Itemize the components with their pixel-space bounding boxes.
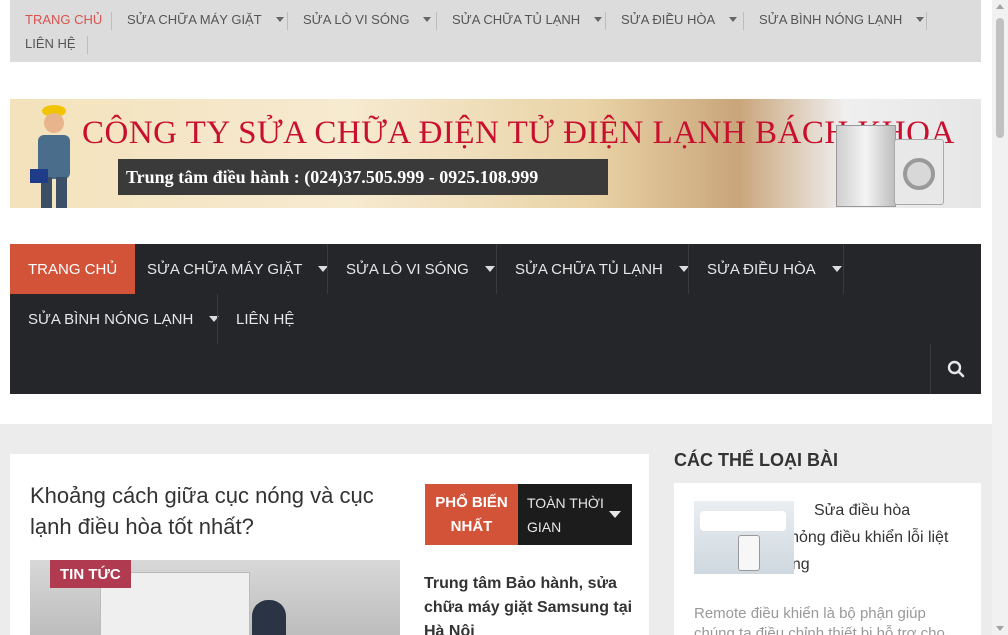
top-nav-item-label: SỬA CHỮA TỦ LẠNH <box>452 12 581 27</box>
main-nav-item-label: SỬA BÌNH NÓNG LẠNH <box>28 310 194 328</box>
main-nav-item-washing-machine[interactable]: SỬA CHỮA MÁY GIẶT <box>129 244 346 294</box>
top-nav-item-label: SỬA ĐIỀU HÒA <box>621 12 716 27</box>
sidebar-post: Sửa điều hòa Panasonic bị hỏng điều khiể… <box>674 483 981 635</box>
main-nav-item-microwave[interactable]: SỬA LÒ VI SÓNG <box>328 244 513 294</box>
divider <box>111 12 112 30</box>
banner-title: CÔNG TY SỬA CHỮA ĐIỆN TỬ ĐIỆN LẠNH BÁCH … <box>82 115 955 151</box>
sidebar-heading: CÁC THỂ LOẠI BÀI <box>674 450 838 470</box>
divider <box>743 12 744 30</box>
top-nav-item-air-conditioner[interactable]: SỬA ĐIỀU HÒA <box>621 12 738 27</box>
popular-post-title[interactable]: Trung tâm Bảo hành, sửa chữa máy giặt Sa… <box>424 572 634 635</box>
main-nav-item-label: SỬA CHỮA TỦ LẠNH <box>515 260 663 278</box>
divider <box>436 12 437 30</box>
top-nav-item-home[interactable]: TRANG CHỦ <box>25 12 102 27</box>
main-nav-item-label: SỬA LÒ VI SÓNG <box>346 260 469 278</box>
chevron-down-icon <box>423 17 432 22</box>
top-nav-item-fridge[interactable]: SỬA CHỮA TỦ LẠNH <box>452 12 603 27</box>
top-nav-item-label: SỬA BÌNH NÓNG LẠNH <box>759 12 903 27</box>
top-nav: TRANG CHỦ SỬA CHỮA MÁY GIẶT SỬA LÒ VI SÓ… <box>10 0 981 62</box>
washing-machine-image <box>894 139 944 205</box>
main-nav: TRANG CHỦ SỬA CHỮA MÁY GIẶT SỬA LÒ VI SÓ… <box>10 244 981 394</box>
scroll-down-icon[interactable] <box>996 626 1004 631</box>
technician-figure-icon <box>30 105 70 208</box>
chevron-down-icon <box>609 511 621 518</box>
main-nav-item-air-conditioner[interactable]: SỬA ĐIỀU HÒA <box>689 244 860 294</box>
top-nav-item-microwave[interactable]: SỬA LÒ VI SÓNG <box>303 12 432 27</box>
top-nav-item-washing-machine[interactable]: SỬA CHỮA MÁY GIẶT <box>127 12 284 27</box>
search-button[interactable] <box>930 344 981 394</box>
sidebar-post-excerpt: Remote điều khiển là bộ phận giúp chúng … <box>694 605 945 635</box>
chevron-down-icon <box>729 17 738 22</box>
divider <box>287 12 288 30</box>
main-nav-item-label: SỬA ĐIỀU HÒA <box>707 260 816 278</box>
featured-article: Khoảng cách giữa cục nóng và cục lạnh đi… <box>10 454 649 635</box>
top-nav-item-label: LIÊN HỆ <box>25 36 76 51</box>
article-headline[interactable]: Khoảng cách giữa cục nóng và cục lạnh đi… <box>30 480 400 542</box>
tab-popular[interactable]: PHỔ BIẾN NHẤT <box>425 484 518 545</box>
chevron-down-icon <box>831 266 842 272</box>
fridge-image <box>836 125 896 207</box>
page-scrollbar[interactable] <box>992 0 1008 635</box>
divider <box>843 244 844 294</box>
chevron-down-icon <box>484 266 495 272</box>
top-nav-item-label: SỬA LÒ VI SÓNG <box>303 12 410 27</box>
main-nav-item-fridge[interactable]: SỬA CHỮA TỦ LẠNH <box>497 244 707 294</box>
divider <box>605 12 606 30</box>
top-nav-item-label: SỬA CHỮA MÁY GIẶT <box>127 12 262 27</box>
chevron-down-icon <box>275 17 284 22</box>
main-nav-item-label: TRANG CHỦ <box>28 260 118 278</box>
time-range-label: TOÀN THỜI GIAN <box>527 495 604 535</box>
divider <box>87 36 88 54</box>
banner-hotline: Trung tâm điều hành : (024)37.505.999 - … <box>126 167 539 187</box>
search-icon <box>947 360 965 378</box>
chevron-down-icon <box>916 17 925 22</box>
main-nav-item-contact[interactable]: LIÊN HỆ <box>218 294 312 344</box>
header-banner[interactable]: CÔNG TY SỬA CHỮA ĐIỆN TỬ ĐIỆN LẠNH BÁCH … <box>10 99 981 208</box>
time-range-dropdown[interactable]: TOÀN THỜI GIAN <box>518 484 632 545</box>
category-badge[interactable]: TIN TỨC <box>50 560 131 588</box>
main-nav-item-water-heater[interactable]: SỬA BÌNH NÓNG LẠNH <box>10 294 237 344</box>
main-nav-item-label: LIÊN HỆ <box>236 310 295 328</box>
top-nav-item-label: TRANG CHỦ <box>25 12 103 27</box>
sidebar-post-thumbnail[interactable] <box>694 501 794 574</box>
main-nav-item-home[interactable]: TRANG CHỦ <box>10 244 136 294</box>
top-nav-item-contact[interactable]: LIÊN HỆ <box>25 36 76 51</box>
scrollbar-thumb[interactable] <box>996 18 1004 138</box>
scroll-up-icon[interactable] <box>996 4 1004 9</box>
top-nav-item-water-heater[interactable]: SỬA BÌNH NÓNG LẠNH <box>759 12 925 27</box>
main-nav-item-label: SỬA CHỮA MÁY GIẶT <box>147 260 303 278</box>
chevron-down-icon <box>594 17 603 22</box>
divider <box>926 12 927 30</box>
